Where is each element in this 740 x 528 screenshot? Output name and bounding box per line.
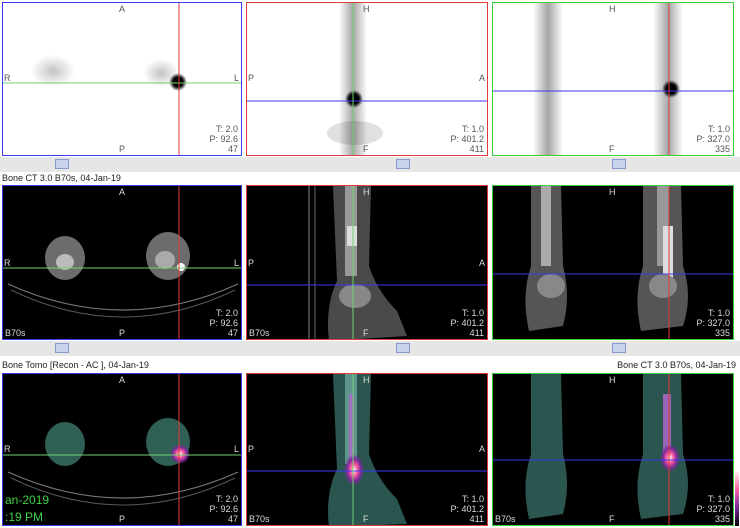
nm-sagittal-viewport[interactable]: H P A F T: 1.0 P: 401.2 411 — [246, 2, 488, 156]
orientation-bottom: F — [609, 144, 615, 154]
orientation-right: A — [478, 258, 485, 268]
orientation-left: R — [4, 73, 11, 83]
series-label: B70s — [495, 514, 516, 524]
nm-axial-viewport[interactable]: A R L P T: 2.0 P: 92.6 47 — [2, 2, 242, 156]
ct-coronal-viewport[interactable]: H T: 1.0 P: 327.0 335 — [492, 185, 734, 340]
ct-axial-image — [3, 186, 241, 339]
series-label: B70s — [5, 328, 26, 338]
orientation-bottom: F — [363, 328, 369, 338]
orientation-left: P — [248, 258, 255, 268]
slice-info: T: 1.0 P: 401.2 411 — [450, 308, 484, 338]
slice-info: T: 1.0 P: 401.2 411 — [450, 494, 484, 524]
orientation-right: L — [233, 258, 239, 268]
nm-coronal-viewport[interactable]: H F T: 1.0 P: 327.0 335 — [492, 2, 734, 156]
fusion-coronal-viewport[interactable]: H F B70s T: 1.0 P: 327.0 335 — [492, 373, 734, 526]
study-date-overlay: an-2019 — [5, 493, 50, 507]
orientation-bottom: P — [119, 144, 126, 154]
orientation-bottom: F — [363, 514, 369, 524]
orientation-top: H — [609, 375, 616, 385]
orientation-bottom: P — [119, 514, 126, 524]
orientation-right: A — [478, 444, 485, 454]
series-label: B70s — [249, 328, 270, 338]
slice-scrollbar[interactable] — [0, 341, 740, 356]
orientation-top: H — [609, 4, 616, 14]
slice-info: T: 2.0 P: 92.6 47 — [209, 494, 238, 524]
slice-info: T: 1.0 P: 327.0 335 — [696, 308, 730, 338]
scroll-thumb-sagittal[interactable] — [396, 343, 410, 353]
orientation-top: A — [119, 4, 126, 14]
slice-scrollbar[interactable] — [0, 157, 740, 172]
series-title-tomo: Bone Tomo [Recon - AC ], 04-Jan-19 — [2, 360, 149, 370]
fusion-sagittal-viewport[interactable]: H P A F B70s T: 1.0 P: 401.2 411 — [246, 373, 488, 526]
slice-info: T: 1.0 P: 401.2 411 — [450, 124, 484, 154]
orientation-top: H — [363, 187, 370, 197]
orientation-top: A — [119, 187, 126, 197]
orientation-top: H — [363, 375, 370, 385]
slice-info: T: 2.0 P: 92.6 47 — [209, 124, 238, 154]
orientation-right: L — [233, 73, 239, 83]
orientation-bottom: F — [609, 514, 615, 524]
scroll-thumb-axial[interactable] — [55, 343, 69, 353]
slice-info: T: 1.0 P: 327.0 335 — [696, 494, 730, 524]
nm-axial-image — [3, 3, 241, 155]
color-scale-bar — [735, 470, 739, 526]
fusion-axial-viewport[interactable]: A R L P an-2019 :19 PM T: 2.0 P: 92.6 47 — [2, 373, 242, 526]
scroll-thumb-axial[interactable] — [55, 159, 69, 169]
study-time-overlay: :19 PM — [5, 510, 44, 524]
orientation-top: H — [609, 187, 616, 197]
series-title-ct-right: Bone CT 3.0 B70s, 04-Jan-19 — [617, 360, 736, 370]
ct-axial-viewport[interactable]: A R L P B70s T: 2.0 P: 92.6 47 — [2, 185, 242, 340]
orientation-left: P — [248, 73, 255, 83]
slice-info: T: 2.0 P: 92.6 47 — [209, 308, 238, 338]
orientation-right: A — [478, 73, 485, 83]
orientation-bottom: F — [363, 144, 369, 154]
scroll-thumb-sagittal[interactable] — [396, 159, 410, 169]
orientation-bottom: P — [119, 328, 126, 338]
scroll-thumb-coronal[interactable] — [612, 159, 626, 169]
orientation-right: L — [233, 444, 239, 454]
orientation-top: A — [119, 375, 126, 385]
ct-sagittal-viewport[interactable]: H P A F B70s T: 1.0 P: 401.2 411 — [246, 185, 488, 340]
orientation-left: P — [248, 444, 255, 454]
orientation-left: R — [4, 444, 11, 454]
orientation-top: H — [363, 4, 370, 14]
slice-info: T: 1.0 P: 327.0 335 — [696, 124, 730, 154]
scroll-thumb-coronal[interactable] — [612, 343, 626, 353]
series-title-ct: Bone CT 3.0 B70s, 04-Jan-19 — [2, 173, 121, 183]
orientation-left: R — [4, 258, 11, 268]
series-label: B70s — [249, 514, 270, 524]
